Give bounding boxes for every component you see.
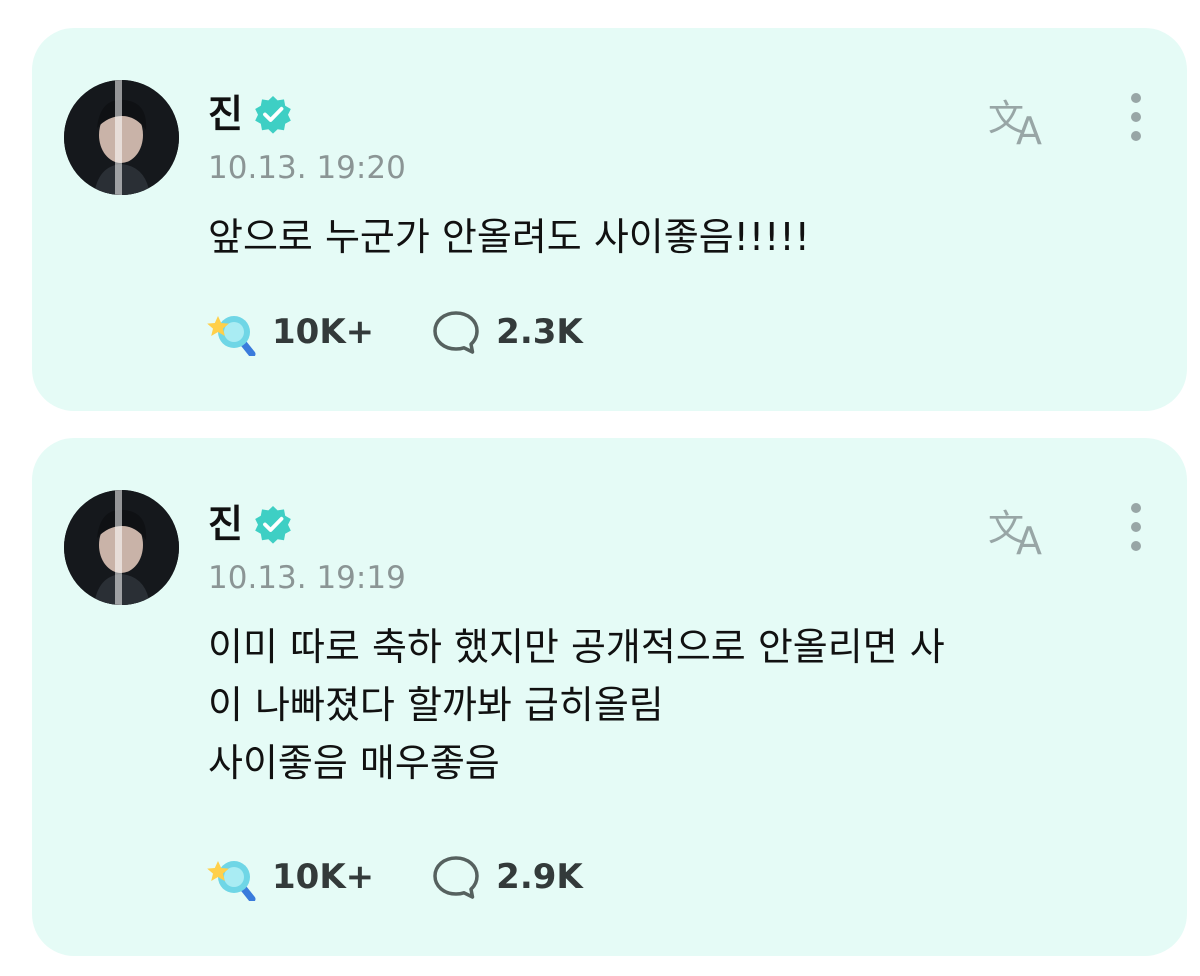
comment-bubble-icon <box>430 853 482 901</box>
comment-count: 2.3K <box>496 312 583 352</box>
like-count: 10K+ <box>272 857 375 897</box>
avatar[interactable] <box>64 80 179 195</box>
post-body: 이미 따로 축하 했지만 공개적으로 안올리면 사 이 나빠졌다 할까봐 급히올… <box>208 618 1118 792</box>
like-count: 10K+ <box>272 312 375 352</box>
post-timestamp: 10.13. 19:19 <box>208 560 406 596</box>
verified-badge-icon <box>253 504 293 544</box>
author-name[interactable]: 진 <box>208 500 243 548</box>
post-body-line: 사이좋음 매우좋음 <box>208 741 500 785</box>
post-card[interactable]: 진 10.13. 19:19 文 A 이미 따로 축하 했지만 공개적으로 안올… <box>32 438 1187 956</box>
post-body: 앞으로 누군가 안올려도 사이좋음!!!!! <box>208 208 1118 266</box>
comment-button[interactable]: 2.9K <box>430 853 583 901</box>
verified-badge-icon <box>253 94 293 134</box>
translate-icon[interactable]: 文 A <box>986 90 1054 150</box>
svg-text:A: A <box>1016 109 1042 150</box>
star-magnifier-icon <box>206 308 258 356</box>
post-card[interactable]: 진 10.13. 19:20 文 A 앞으로 누군가 안올려도 사이좋음!!!!… <box>32 28 1187 411</box>
comment-button[interactable]: 2.3K <box>430 308 583 356</box>
post-body-line: 이미 따로 축하 했지만 공개적으로 안올리면 사 <box>208 625 945 669</box>
post-timestamp: 10.13. 19:20 <box>208 150 406 186</box>
like-button[interactable]: 10K+ <box>206 308 374 356</box>
post-body-line: 이 나빠졌다 할까봐 급히올림 <box>208 683 664 727</box>
post-actions: 10K+ 2.9K <box>206 852 583 902</box>
author-name[interactable]: 진 <box>208 90 243 138</box>
more-options-icon[interactable] <box>1121 502 1151 562</box>
like-button[interactable]: 10K+ <box>206 853 374 901</box>
avatar[interactable] <box>64 490 179 605</box>
author-row: 진 <box>208 500 293 548</box>
translate-icon[interactable]: 文 A <box>986 500 1054 560</box>
svg-text:A: A <box>1016 519 1042 560</box>
star-magnifier-icon <box>206 853 258 901</box>
post-actions: 10K+ 2.3K <box>206 307 583 357</box>
post-feed: 진 10.13. 19:20 文 A 앞으로 누군가 안올려도 사이좋음!!!!… <box>0 0 1200 976</box>
more-options-icon[interactable] <box>1121 92 1151 152</box>
comment-count: 2.9K <box>496 857 583 897</box>
author-row: 진 <box>208 90 293 138</box>
comment-bubble-icon <box>430 308 482 356</box>
post-body-line: 앞으로 누군가 안올려도 사이좋음!!!!! <box>208 215 810 259</box>
